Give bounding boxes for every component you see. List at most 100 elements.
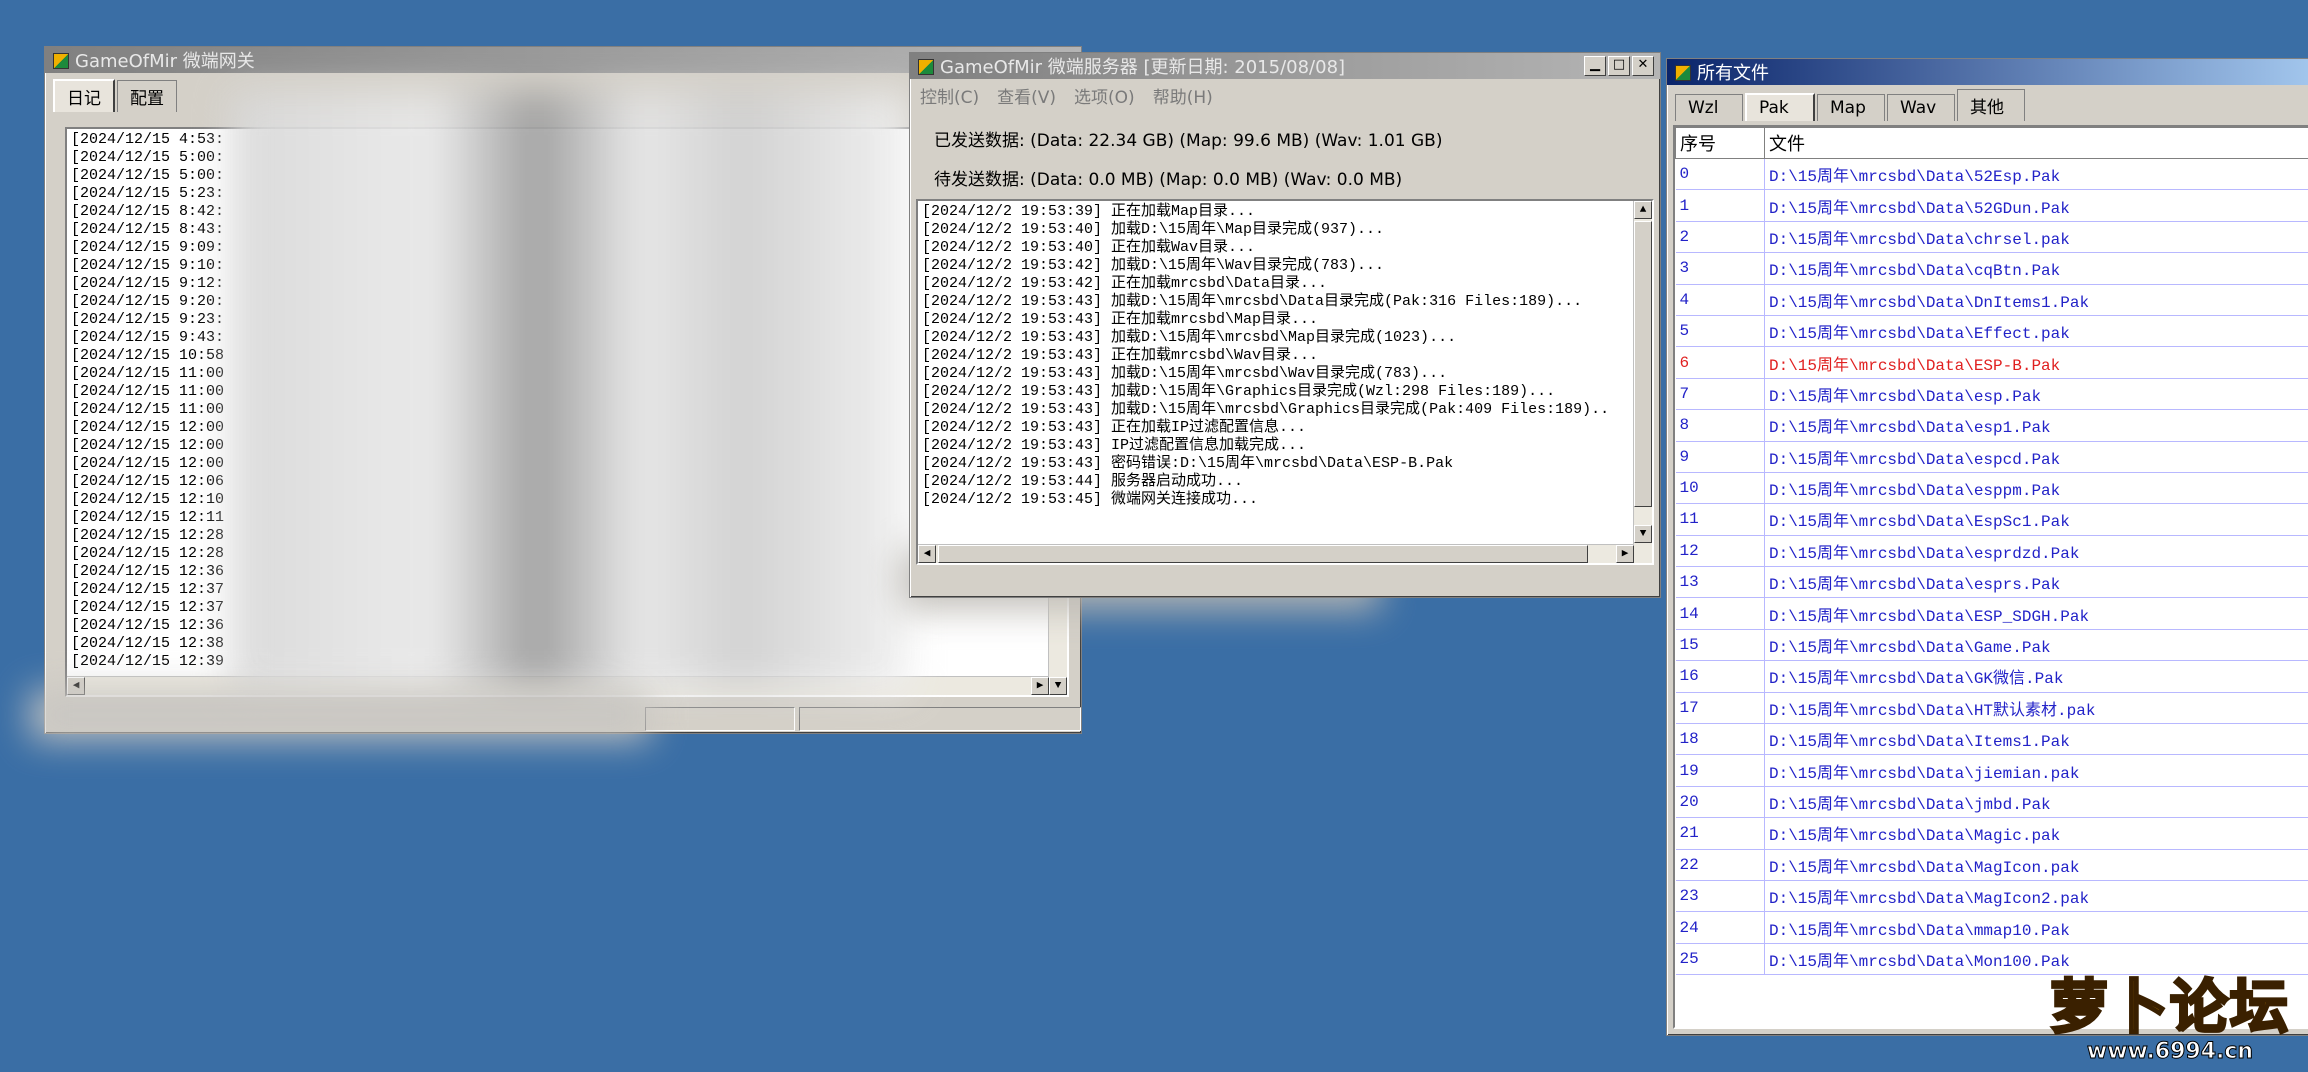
row-index: 3	[1675, 252, 1765, 285]
table-row[interactable]: 7 D:\15周年\mrcsbd\Data\esp.Pak	[1675, 378, 2308, 411]
table-row[interactable]: 11 D:\15周年\mrcsbd\Data\EspSc1.Pak	[1675, 503, 2308, 536]
table-row[interactable]: 20 D:\15周年\mrcsbd\Data\jmbd.Pak	[1675, 786, 2308, 819]
tab-pak[interactable]: Pak	[1745, 93, 1815, 121]
gateway-title: GameOfMir 微端网关	[75, 51, 255, 72]
scroll-thumb[interactable]	[1634, 221, 1652, 507]
privacy-blur	[230, 92, 910, 692]
row-file: D:\15周年\mrcsbd\Data\espcd.Pak	[1764, 441, 2308, 473]
menu-control[interactable]: 控制(C)	[920, 83, 979, 108]
scroll-down-icon[interactable]: ▼	[1634, 525, 1652, 543]
row-index: 19	[1675, 754, 1765, 787]
row-index: 0	[1675, 158, 1765, 191]
table-row[interactable]: 6 D:\15周年\mrcsbd\Data\ESP-B.Pak	[1675, 346, 2308, 379]
log-line: [2024/12/2 19:53:43] 加载D:\15周年\Graphics目…	[922, 383, 1556, 400]
col-file-header[interactable]: 文件	[1764, 127, 2308, 159]
row-index: 17	[1675, 692, 1765, 725]
row-file: D:\15周年\mrcsbd\Data\esppm.Pak	[1764, 472, 2308, 505]
files-titlebar[interactable]: 所有文件	[1667, 59, 2308, 85]
row-file: D:\15周年\mrcsbd\Data\EspSc1.Pak	[1764, 503, 2308, 536]
minimize-icon[interactable]: ▁	[1584, 56, 1606, 76]
table-row[interactable]: 9 D:\15周年\mrcsbd\Data\espcd.Pak	[1675, 441, 2308, 473]
row-index: 15	[1675, 629, 1765, 662]
watermark-url: www.6994.cn	[2086, 1039, 2254, 1065]
log-line: [2024/12/2 19:53:40] 正在加载Wav目录...	[922, 239, 1256, 256]
tab-config[interactable]: 配置	[117, 80, 177, 112]
row-file: D:\15周年\mrcsbd\Data\Mon100.Pak	[1764, 943, 2308, 976]
scroll-thumb[interactable]	[938, 545, 1588, 563]
table-row[interactable]: 12 D:\15周年\mrcsbd\Data\esprdzd.Pak	[1675, 535, 2308, 568]
maximize-icon[interactable]: □	[1608, 56, 1630, 76]
menu-view[interactable]: 查看(V)	[997, 83, 1056, 108]
row-index: 4	[1675, 284, 1765, 316]
table-row[interactable]: 22 D:\15周年\mrcsbd\Data\MagIcon.pak	[1675, 849, 2308, 881]
row-file: D:\15周年\mrcsbd\Data\ESP_SDGH.Pak	[1764, 597, 2308, 630]
tab-map[interactable]: Map	[1817, 94, 1885, 121]
row-index: 24	[1675, 911, 1765, 944]
table-row[interactable]: 1 D:\15周年\mrcsbd\Data\52GDun.Pak	[1675, 189, 2308, 222]
menu-help[interactable]: 帮助(H)	[1153, 83, 1213, 108]
table-row[interactable]: 10 D:\15周年\mrcsbd\Data\esppm.Pak	[1675, 472, 2308, 505]
row-index: 23	[1675, 880, 1765, 913]
status-cell	[799, 707, 1081, 731]
table-row[interactable]: 0 D:\15周年\mrcsbd\Data\52Esp.Pak	[1675, 158, 2308, 191]
table-row[interactable]: 16 D:\15周年\mrcsbd\Data\GK微信.Pak	[1675, 660, 2308, 693]
table-row[interactable]: 25 D:\15周年\mrcsbd\Data\Mon100.Pak	[1675, 943, 2308, 976]
table-row[interactable]: 14 D:\15周年\mrcsbd\Data\ESP_SDGH.Pak	[1675, 597, 2308, 630]
row-index: 5	[1675, 315, 1765, 348]
table-row[interactable]: 23 D:\15周年\mrcsbd\Data\MagIcon2.pak	[1675, 880, 2308, 913]
log-line: [2024/12/2 19:53:44] 服务器启动成功...	[922, 473, 1244, 490]
server-log-box[interactable]: [2024/12/2 19:53:39] 正在加载Map目录... [2024/1…	[916, 199, 1654, 565]
table-row[interactable]: 13 D:\15周年\mrcsbd\Data\esprs.Pak	[1675, 566, 2308, 599]
row-index: 10	[1675, 472, 1765, 505]
row-file: D:\15周年\mrcsbd\Data\esprs.Pak	[1764, 566, 2308, 599]
log-line: [2024/12/2 19:53:42] 加载D:\15周年\Wav目录完成(7…	[922, 257, 1385, 274]
scroll-right-icon[interactable]: ▶	[1616, 545, 1634, 563]
row-file: D:\15周年\mrcsbd\Data\ESP-B.Pak	[1764, 346, 2308, 379]
log-line: [2024/12/2 19:53:45] 微端网关连接成功...	[922, 491, 1259, 508]
files-list[interactable]: 序号 文件 0 D:\15周年\mrcsbd\Data\52Esp.Pak 1 D:\…	[1673, 125, 2308, 1029]
log-line: [2024/12/2 19:53:43] 密码错误:D:\15周年\mrcsbd…	[922, 455, 1454, 472]
server-menubar: 控制(C) 查看(V) 选项(O) 帮助(H)	[910, 79, 1660, 112]
table-row[interactable]: 15 D:\15周年\mrcsbd\Data\Game.Pak	[1675, 629, 2308, 662]
row-index: 7	[1675, 378, 1765, 411]
files-tabs: Wzl Pak Map Wav 其他	[1667, 85, 2308, 121]
table-row[interactable]: 19 D:\15周年\mrcsbd\Data\jiemian.pak	[1675, 754, 2308, 787]
menu-options[interactable]: 选项(O)	[1074, 83, 1135, 108]
scroll-up-icon[interactable]: ▲	[1634, 201, 1652, 219]
table-row[interactable]: 4 D:\15周年\mrcsbd\Data\DnItems1.Pak	[1675, 284, 2308, 316]
log-line: [2024/12/2 19:53:40] 加载D:\15周年\Map目录完成(9…	[922, 221, 1385, 238]
row-file: D:\15周年\mrcsbd\Data\Items1.Pak	[1764, 723, 2308, 756]
row-file: D:\15周年\mrcsbd\Data\cqBtn.Pak	[1764, 252, 2308, 285]
table-row[interactable]: 8 D:\15周年\mrcsbd\Data\esp1.Pak	[1675, 409, 2308, 442]
close-icon[interactable]: ✕	[1632, 56, 1654, 76]
row-index: 20	[1675, 786, 1765, 819]
row-index: 21	[1675, 817, 1765, 850]
row-index: 16	[1675, 660, 1765, 693]
table-row[interactable]: 17 D:\15周年\mrcsbd\Data\HT默认素材.pak	[1675, 692, 2308, 725]
table-row[interactable]: 24 D:\15周年\mrcsbd\Data\mmap10.Pak	[1675, 911, 2308, 944]
row-file: D:\15周年\mrcsbd\Data\esp.Pak	[1764, 378, 2308, 411]
scroll-down-icon[interactable]: ▼	[1049, 677, 1067, 695]
server-title: GameOfMir 微端服务器 [更新日期: 2015/08/08]	[940, 57, 1346, 78]
table-row[interactable]: 21 D:\15周年\mrcsbd\Data\Magic.pak	[1675, 817, 2308, 850]
watermark-brand: 萝卜论坛	[2048, 973, 2290, 1041]
col-index-header[interactable]: 序号	[1675, 127, 1765, 159]
tab-log[interactable]: 日记	[53, 79, 115, 112]
tab-wav[interactable]: Wav	[1887, 94, 1955, 121]
scroll-right-icon[interactable]: ▶	[1031, 677, 1049, 695]
table-row[interactable]: 3 D:\15周年\mrcsbd\Data\cqBtn.Pak	[1675, 252, 2308, 285]
server-log-vscroll[interactable]: ▲ ▼	[1633, 201, 1652, 563]
row-file: D:\15周年\mrcsbd\Data\jmbd.Pak	[1764, 786, 2308, 819]
files-table: 序号 文件 0 D:\15周年\mrcsbd\Data\52Esp.Pak 1 D:\…	[1675, 127, 2308, 976]
scroll-left-icon[interactable]: ◀	[918, 545, 936, 563]
row-file: D:\15周年\mrcsbd\Data\mmap10.Pak	[1764, 911, 2308, 944]
table-row[interactable]: 5 D:\15周年\mrcsbd\Data\Effect.pak	[1675, 315, 2308, 348]
server-log-hscroll[interactable]: ◀ ▶	[918, 544, 1634, 563]
table-row[interactable]: 18 D:\15周年\mrcsbd\Data\Items1.Pak	[1675, 723, 2308, 756]
table-row[interactable]: 2 D:\15周年\mrcsbd\Data\chrsel.pak	[1675, 221, 2308, 254]
row-file: D:\15周年\mrcsbd\Data\52GDun.Pak	[1764, 189, 2308, 222]
tab-wzl[interactable]: Wzl	[1675, 94, 1743, 121]
server-titlebar[interactable]: GameOfMir 微端服务器 [更新日期: 2015/08/08] ▁ □ ✕	[910, 53, 1660, 79]
tab-other[interactable]: 其他	[1957, 89, 2025, 121]
row-file: D:\15周年\mrcsbd\Data\jiemian.pak	[1764, 754, 2308, 787]
